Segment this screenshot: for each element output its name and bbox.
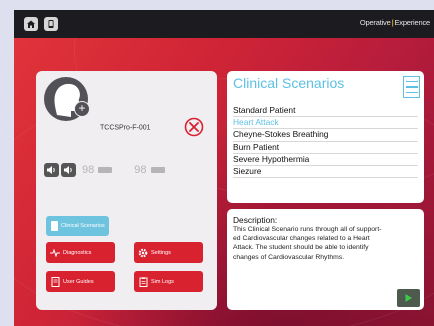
sim-logs-button[interactable]: Sim Logs — [134, 271, 203, 292]
description-line: changes of Cardiovascular Rhythms. — [233, 253, 345, 261]
scenario-item[interactable]: Cheyne-Stokes Breathing — [233, 129, 418, 142]
speaker-icon — [64, 166, 72, 174]
tablet-button[interactable] — [44, 17, 58, 31]
clinical-scenarios-label: Clinical Scenarios — [61, 223, 105, 229]
brand-logo: Operative|Experience — [359, 18, 430, 27]
scenario-item[interactable]: Standard Patient — [233, 105, 418, 118]
settings-button[interactable]: Settings — [134, 242, 203, 263]
scenarios-panel: Clinical Scenarios Standard Patient Hear… — [227, 71, 424, 203]
speaker-button-2[interactable] — [61, 163, 76, 177]
play-icon — [405, 294, 412, 302]
home-icon — [27, 20, 35, 28]
pulse-icon — [50, 248, 60, 258]
speaker-button-1[interactable] — [44, 163, 59, 177]
settings-label: Settings — [151, 249, 171, 256]
scenario-item[interactable]: Siezure — [233, 166, 418, 179]
book-icon — [50, 276, 60, 287]
close-icon[interactable] — [184, 117, 204, 137]
add-patient-icon[interactable]: + — [74, 101, 90, 117]
battery-icon — [98, 167, 113, 173]
description-panel: Description: This Clinical Scenario runs… — [227, 209, 424, 310]
description-line: Attack. The student should be able to id… — [233, 244, 369, 252]
diagnostics-button[interactable]: Diagnostics — [46, 242, 115, 263]
scenario-item[interactable]: Severe Hypothermia — [233, 154, 418, 166]
tablet-screen: Operative|Experience + TCCSPro-F-001 98 … — [14, 10, 434, 326]
user-guides-button[interactable]: User Guides — [46, 271, 115, 292]
document-icon — [51, 221, 58, 231]
meter-value-2: 98 — [134, 164, 147, 176]
clinical-scenarios-button[interactable]: Clinical Scenarios — [46, 216, 109, 236]
scenario-item-selected[interactable]: Heart Attack — [233, 117, 418, 130]
scenario-item[interactable]: Burn Patient — [233, 142, 418, 154]
control-panel: + TCCSPro-F-001 98 98 Clinical Scenarios… — [36, 71, 217, 310]
user-guides-label: User Guides — [63, 278, 94, 285]
clipboard-icon — [138, 276, 148, 287]
play-button[interactable] — [397, 289, 420, 307]
description-line: ed Cardiovascular changes related to a H… — [233, 235, 370, 243]
diagnostics-label: Diagnostics — [63, 249, 92, 256]
gear-icon — [138, 248, 148, 258]
scenarios-title: Clinical Scenarios — [233, 75, 345, 91]
audio-meters: 98 98 — [44, 163, 183, 177]
device-id-label: TCCSPro-F-001 — [100, 124, 151, 132]
battery-icon — [150, 167, 165, 173]
speaker-icon — [47, 166, 55, 174]
scenario-list: Standard Patient Heart Attack Cheyne-Sto… — [233, 105, 418, 179]
tablet-icon — [48, 20, 54, 28]
top-bar: Operative|Experience — [14, 10, 434, 38]
meter-value-1: 98 — [82, 164, 95, 176]
description-title: Description: — [233, 215, 278, 225]
description-text: This Clinical Scenario runs through all … — [233, 225, 417, 262]
sim-logs-label: Sim Logs — [151, 278, 174, 285]
menu-icon[interactable] — [403, 76, 420, 98]
description-line: This Clinical Scenario runs through all … — [233, 226, 382, 233]
main-stage: + TCCSPro-F-001 98 98 Clinical Scenarios… — [14, 38, 434, 326]
home-button[interactable] — [24, 17, 38, 31]
